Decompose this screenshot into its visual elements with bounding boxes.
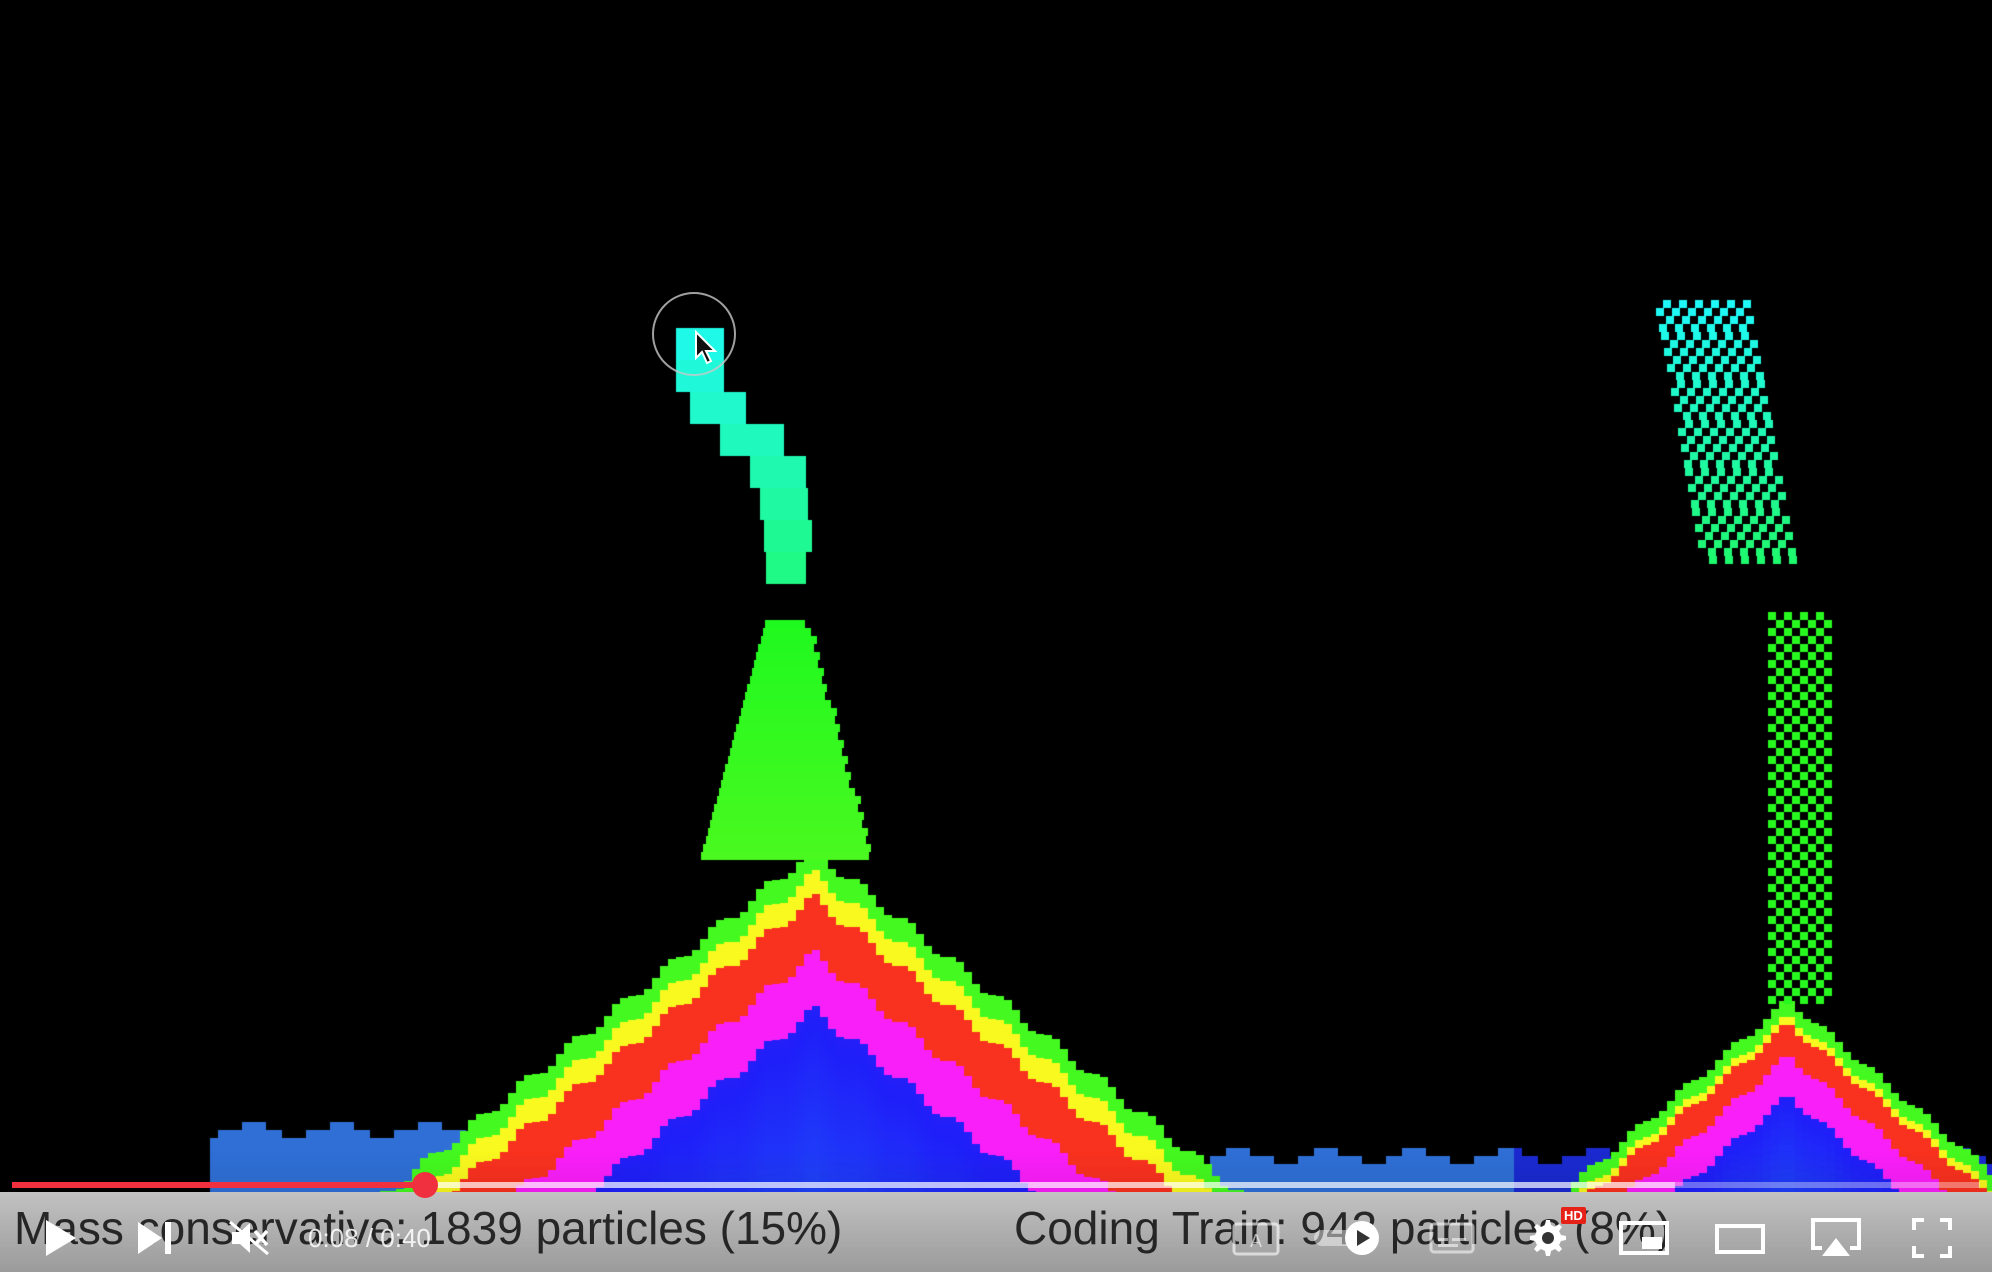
- time-display: 0:08 / 0:40: [308, 1223, 431, 1253]
- fullscreen-button[interactable]: [1902, 1210, 1962, 1266]
- theater-icon: [1715, 1224, 1765, 1254]
- airplay-icon: [1811, 1218, 1861, 1256]
- subtitles-icon: A: [1232, 1222, 1280, 1256]
- mute-button[interactable]: [222, 1210, 278, 1266]
- next-button[interactable]: [130, 1210, 178, 1266]
- next-icon: [138, 1222, 171, 1254]
- fullscreen-icon: [1912, 1218, 1952, 1258]
- autoplay-icon: [1314, 1221, 1379, 1255]
- airplay-button[interactable]: [1806, 1210, 1866, 1266]
- svg-text:A: A: [1250, 1231, 1262, 1251]
- miniplayer-button[interactable]: [1614, 1210, 1674, 1266]
- autoplay-toggle[interactable]: A: [1228, 1210, 1284, 1266]
- captions-icon: [1429, 1222, 1475, 1254]
- theater-mode-button[interactable]: [1710, 1210, 1770, 1266]
- play-button[interactable]: [36, 1210, 84, 1266]
- progress-bar[interactable]: [12, 1172, 1980, 1198]
- progress-played: [12, 1182, 426, 1188]
- mute-icon: [229, 1220, 269, 1256]
- captions-button[interactable]: [1424, 1210, 1480, 1266]
- video-frame[interactable]: [0, 0, 1992, 1272]
- mouse-pointer-icon: [695, 330, 718, 365]
- play-icon: [46, 1220, 76, 1256]
- miniplayer-icon: [1619, 1221, 1669, 1255]
- hd-badge: HD: [1561, 1207, 1586, 1224]
- autoplay-switch[interactable]: [1310, 1210, 1390, 1266]
